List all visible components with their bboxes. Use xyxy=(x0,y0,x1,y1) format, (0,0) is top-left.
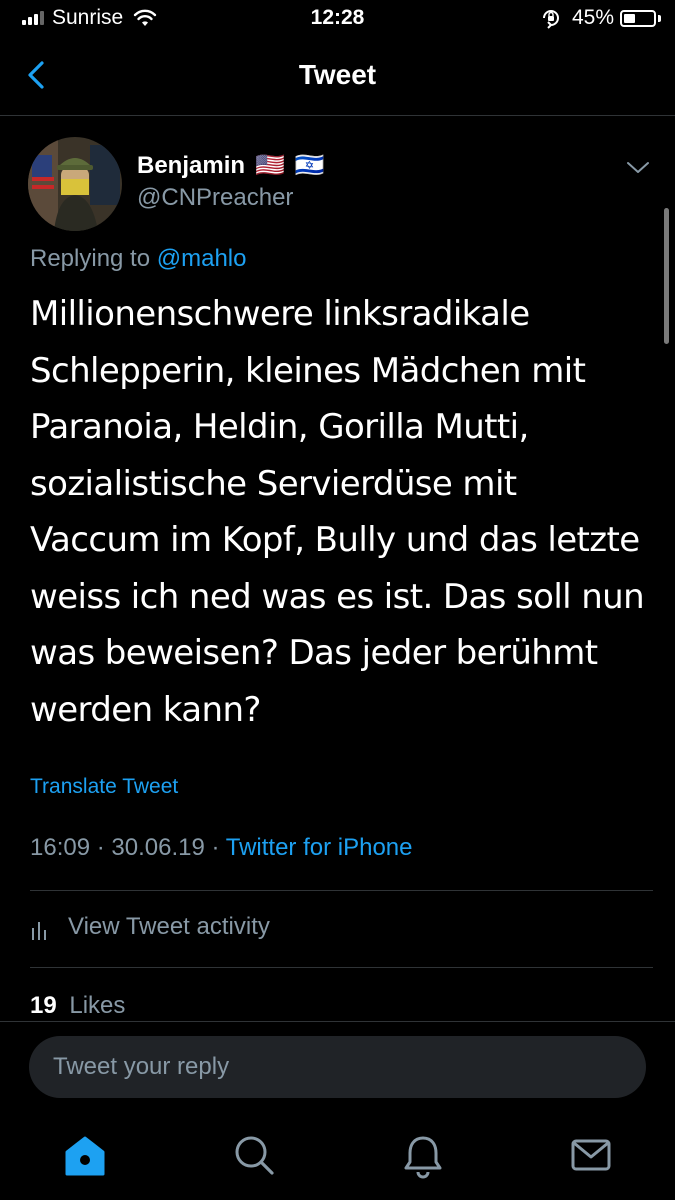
status-right: 45% xyxy=(540,6,661,30)
israel-flag-icon: 🇮🇱 xyxy=(294,152,325,179)
scrollbar[interactable] xyxy=(664,208,669,344)
messages-icon xyxy=(571,1139,611,1171)
author-name: Benjamin xyxy=(137,151,246,179)
tab-search[interactable] xyxy=(229,1130,279,1180)
divider xyxy=(30,890,653,891)
analytics-icon xyxy=(32,922,46,940)
author-name-row[interactable]: Benjamin 🇺🇸 🇮🇱 xyxy=(137,151,325,180)
chevron-down-icon xyxy=(627,162,649,173)
divider xyxy=(30,967,653,968)
notifications-icon xyxy=(404,1136,442,1179)
tweet-time: 16:09 xyxy=(30,834,91,861)
tweet-date: 30.06.19 xyxy=(111,834,205,861)
view-tweet-activity-button[interactable]: View Tweet activity xyxy=(30,913,270,941)
meta-separator: · xyxy=(96,834,105,861)
battery-tip xyxy=(658,14,661,22)
likes-label: Likes xyxy=(69,992,126,1019)
reply-box[interactable] xyxy=(29,1036,646,1098)
tweet-meta: 16:09 · 30.06.19 · Twitter for iPhone xyxy=(30,834,412,862)
battery-icon xyxy=(620,9,656,27)
avatar-image xyxy=(28,137,122,231)
tab-messages[interactable] xyxy=(566,1130,616,1180)
tweet-source-link[interactable]: Twitter for iPhone xyxy=(226,834,413,861)
page-title: Tweet xyxy=(298,59,377,90)
translate-tweet-link[interactable]: Translate Tweet xyxy=(30,775,178,799)
tab-notifications[interactable] xyxy=(398,1130,448,1180)
activity-label: View Tweet activity xyxy=(68,913,270,940)
battery-fill xyxy=(624,13,635,23)
us-flag-icon: 🇺🇸 xyxy=(255,152,285,179)
search-icon xyxy=(235,1136,274,1175)
replying-to: Replying to @mahlo xyxy=(30,245,246,273)
battery-percent: 45% xyxy=(571,6,614,29)
meta-separator: · xyxy=(211,834,220,861)
reply-input[interactable] xyxy=(51,1052,615,1082)
tweet-options-button[interactable] xyxy=(624,157,652,177)
avatar[interactable] xyxy=(28,137,122,231)
tweet-text: Millionenschwere linksradikale Schlepper… xyxy=(30,294,645,730)
orientation-lock-icon xyxy=(542,10,559,29)
status-bar: Sunrise 12:28 45% xyxy=(0,0,675,38)
tab-home[interactable] xyxy=(60,1130,110,1180)
likes-stat[interactable]: 19 Likes xyxy=(30,992,125,1020)
home-icon xyxy=(65,1136,105,1176)
replying-to-prefix: Replying to xyxy=(30,245,151,272)
author-handle[interactable]: @CNPreacher xyxy=(137,184,293,212)
replying-to-link[interactable]: @mahlo xyxy=(157,245,247,272)
nav-bar: Tweet xyxy=(0,45,675,116)
divider xyxy=(0,1021,675,1022)
likes-count: 19 xyxy=(30,992,57,1019)
